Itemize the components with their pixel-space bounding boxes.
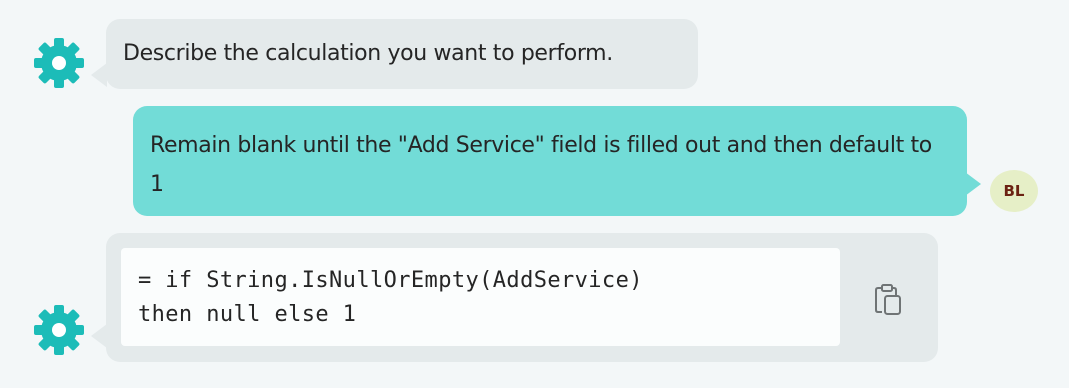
- bubble-tail: [965, 172, 981, 196]
- gear-icon: [34, 305, 84, 355]
- bot-avatar: [32, 303, 86, 357]
- code-line: then null else 1: [138, 302, 357, 327]
- user-message-text: Remain blank until the "Add Service" fie…: [150, 133, 932, 197]
- bot-avatar: [32, 36, 86, 90]
- code-block: = if String.IsNullOrEmpty(AddService) th…: [121, 248, 840, 346]
- copy-icon: [875, 284, 901, 315]
- user-message-bubble: Remain blank until the "Add Service" fie…: [133, 106, 981, 216]
- bot-message-text: Describe the calculation you want to per…: [123, 41, 613, 66]
- bubble-tail: [91, 324, 107, 348]
- gear-icon: [34, 38, 84, 88]
- bot-message-bubble: Describe the calculation you want to per…: [91, 19, 698, 89]
- bubble-tail: [91, 63, 107, 87]
- code-line: = if String.IsNullOrEmpty(AddService): [138, 268, 643, 293]
- copy-button[interactable]: [872, 282, 904, 318]
- bot-code-message-bubble: = if String.IsNullOrEmpty(AddService) th…: [91, 233, 938, 362]
- user-avatar: BL: [990, 170, 1038, 212]
